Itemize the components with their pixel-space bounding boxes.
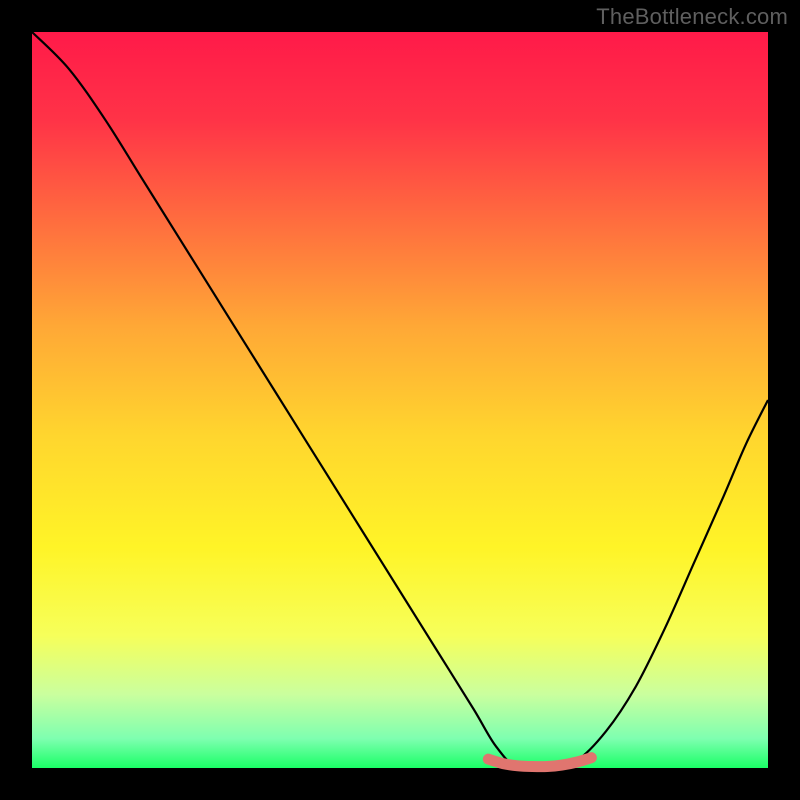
optimal-band-end-dot (586, 753, 596, 763)
watermark-text: TheBottleneck.com (596, 4, 788, 30)
chart-plot-area (32, 32, 768, 768)
bottleneck-chart (0, 0, 800, 800)
